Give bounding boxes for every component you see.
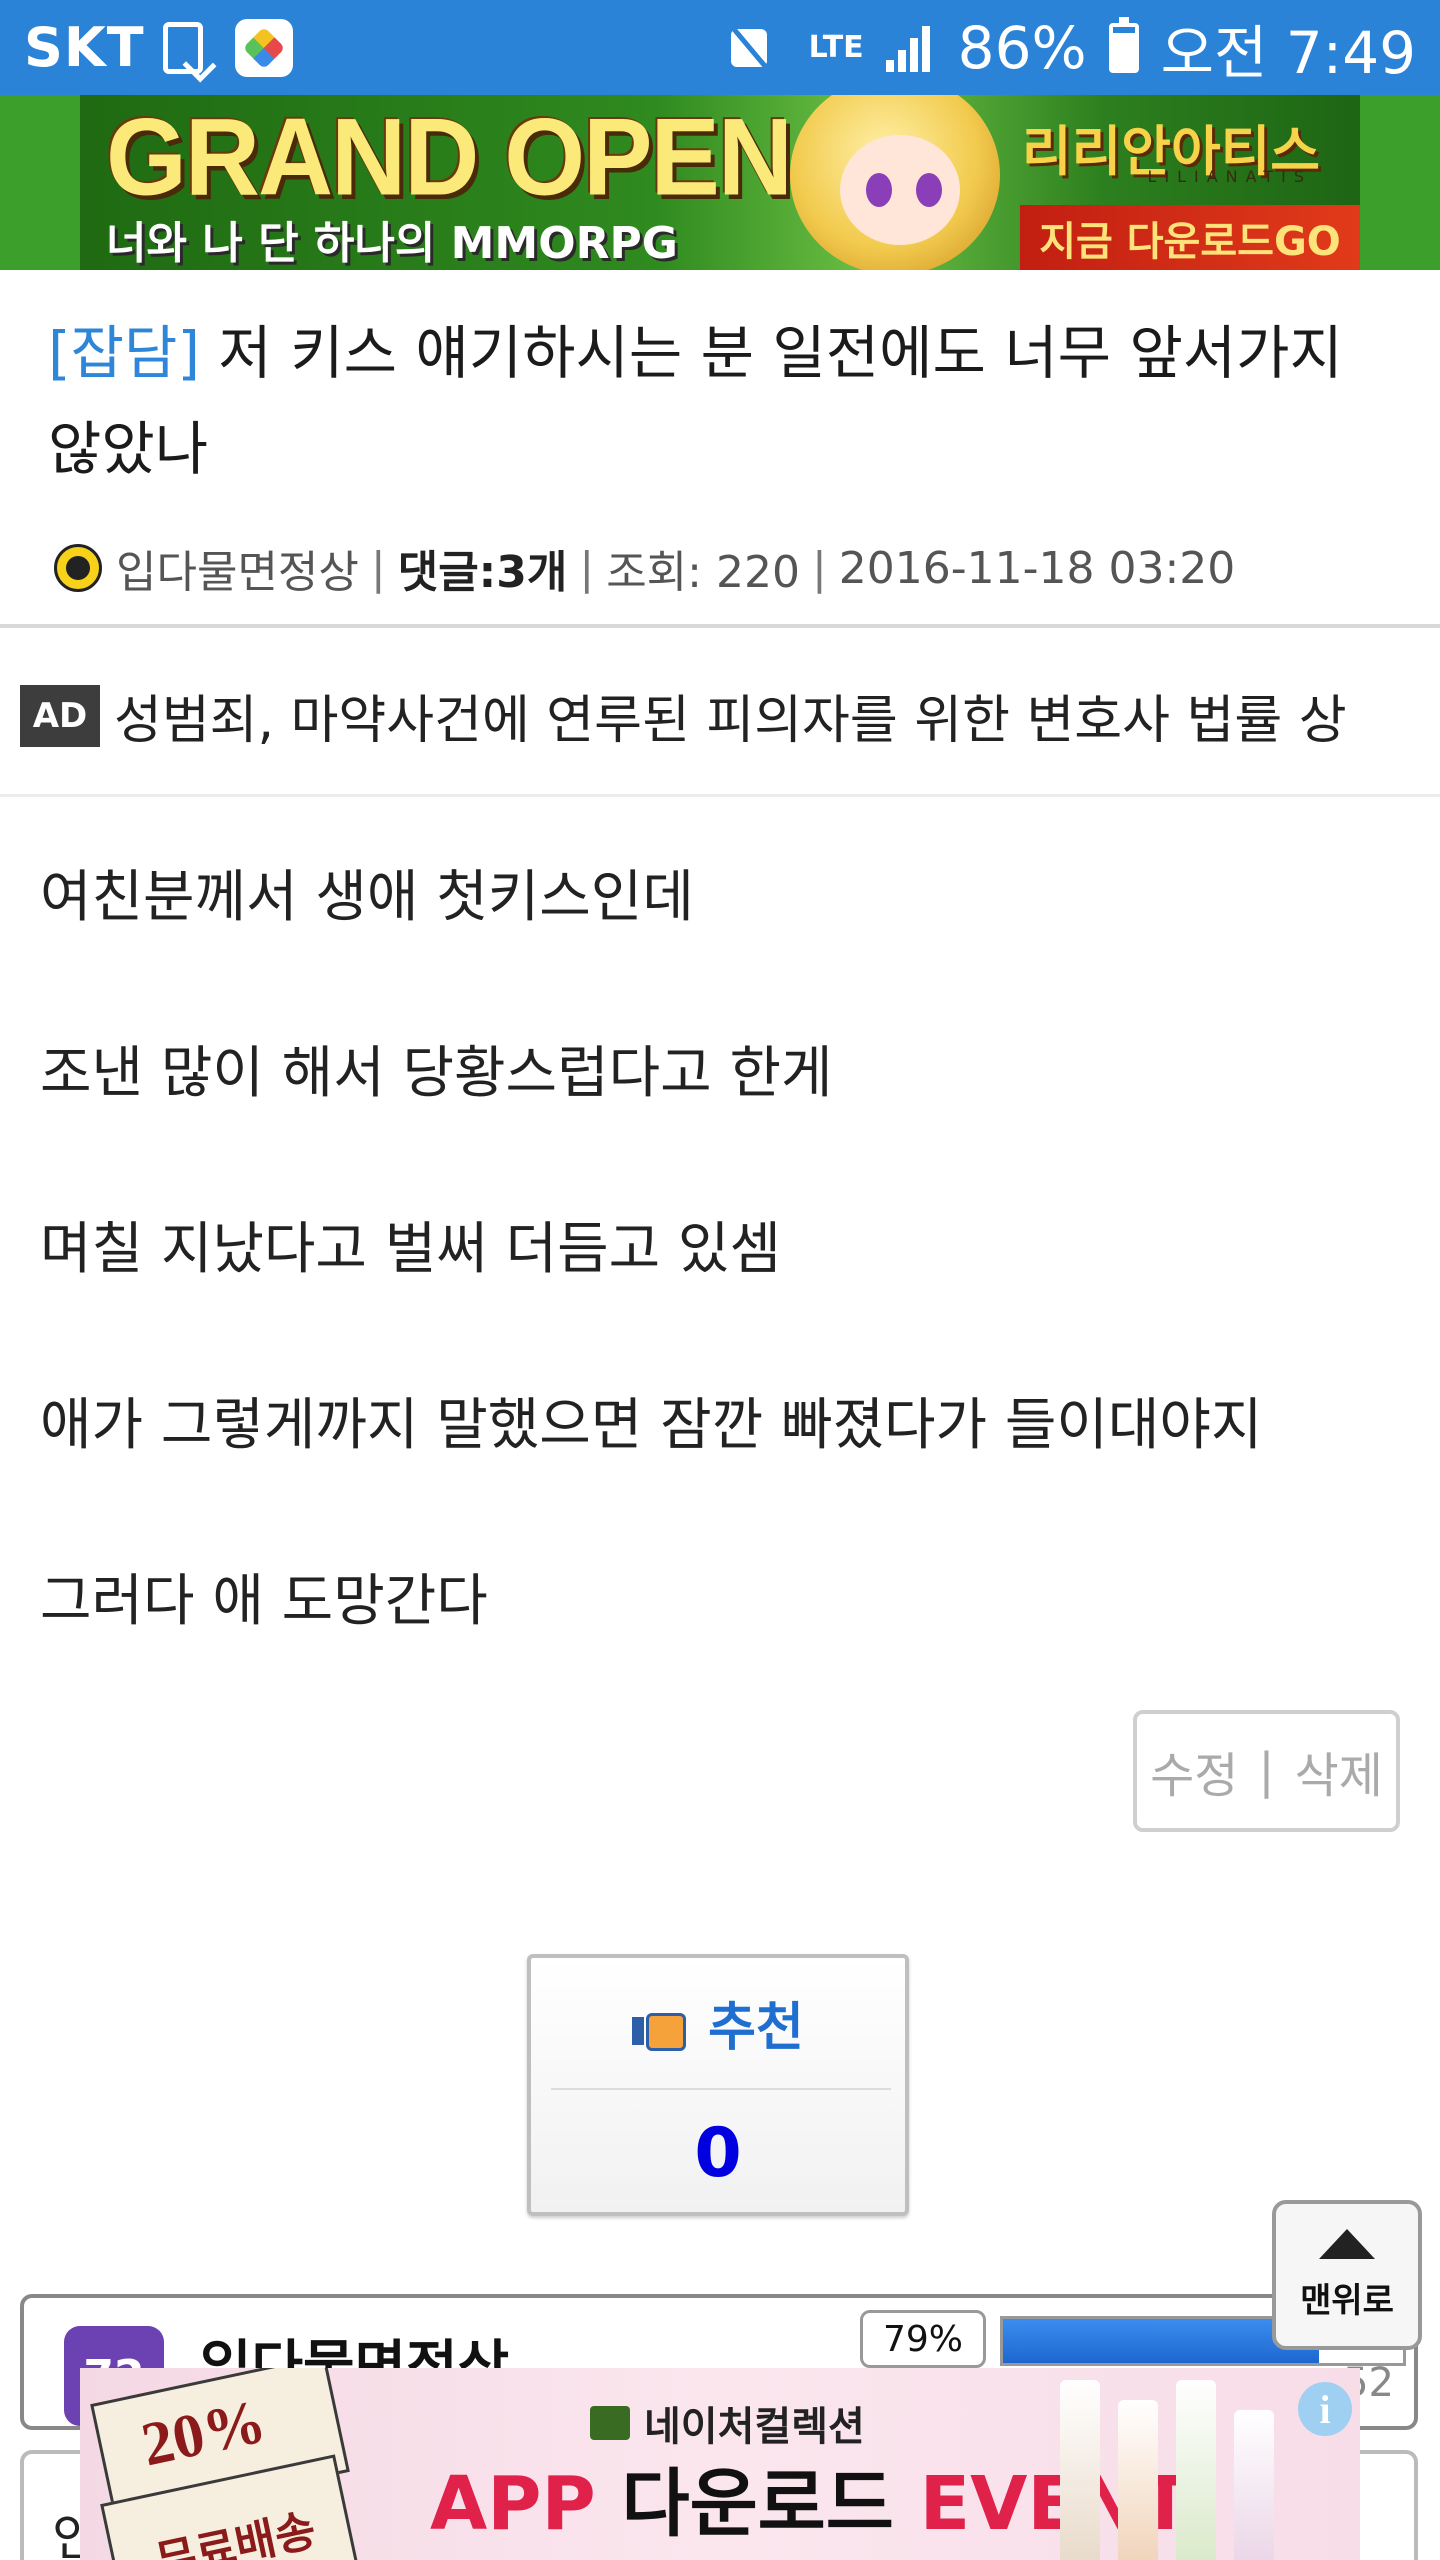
event-text-download: 다운로드 (621, 2461, 920, 2547)
recommend-button[interactable]: 추천 0 (527, 1954, 909, 2216)
author-name[interactable]: 입다물면정상 (116, 536, 359, 600)
coupon-discount: 20% (135, 2387, 272, 2480)
signal-icon (885, 24, 936, 72)
recommend-divider (551, 2088, 891, 2090)
divider (0, 794, 1440, 797)
post-body-line: 애가 그렇게까지 말했으면 잠깐 빠졌다가 들이대야지 (40, 1393, 1263, 1458)
post-category[interactable]: [잡담] (48, 319, 200, 387)
post-body-line: 그러다 애 도망간다 (40, 1569, 488, 1634)
post-body-line: 조낸 많이 해서 당황스럽다고 한게 (40, 1041, 833, 1106)
meta-separator: | (370, 542, 386, 594)
delete-button[interactable]: 삭제 (1285, 1736, 1393, 1806)
recommend-count: 0 (694, 2113, 742, 2193)
post-body-line: 여친분께서 생애 첫키스인데 (40, 865, 694, 930)
carrier-label: SKT (24, 16, 145, 79)
post-datetime: 2016-11-18 03:20 (838, 542, 1236, 594)
event-text-app: APP (430, 2461, 622, 2547)
scroll-top-button[interactable]: 맨위로 (1272, 2200, 1422, 2350)
arrow-up-icon (1319, 2228, 1375, 2259)
status-right: LTE 86% 오전 7:49 (717, 6, 1416, 90)
text-ad[interactable]: AD 성범죄, 마약사건에 연루된 피의자를 위한 변호사 법률 상 (20, 678, 1347, 753)
mute-icon (717, 23, 787, 73)
top-ad-banner[interactable]: GRAND OPEN 너와 나 단 하나의 MMORPG 리리안아티스 LILI… (0, 95, 1440, 270)
coupon-free-shipping: 무료배송 (151, 2504, 321, 2560)
post-meta: 입다물면정상 | 댓글:3개 | 조회: 220 | 2016-11-18 03… (54, 536, 1235, 600)
post-title: [잡담] 저 키스 얘기하시는 분 일전에도 너무 앞서가지 않았나 (48, 305, 1408, 497)
battery-percent: 86% (957, 13, 1087, 82)
bottom-ad-banner[interactable]: 20% 무료배송 네이처컬렉션 APP 다운로드 EVENT i (80, 2368, 1360, 2560)
banner-character-illustration (770, 95, 1020, 270)
meta-separator: | (811, 542, 827, 594)
battery-icon (1108, 16, 1139, 73)
banner-headline: GRAND OPEN (106, 97, 793, 219)
top-ad-banner-image[interactable]: GRAND OPEN 너와 나 단 하나의 MMORPG 리리안아티스 LILI… (80, 95, 1360, 270)
text-ad-label[interactable]: 성범죄, 마약사건에 연루된 피의자를 위한 변호사 법률 상 (114, 678, 1347, 753)
scroll-top-label: 맨위로 (1300, 2280, 1394, 2321)
post-body-line: 며칠 지났다고 벌써 더듬고 있셈 (40, 1217, 781, 1282)
meta-separator: | (579, 542, 595, 594)
clock: 오전 7:49 (1160, 18, 1416, 87)
app-notification-icon (234, 18, 293, 77)
edit-separator: | (1258, 1743, 1275, 1799)
post-title-text: 저 키스 얘기하시는 분 일전에도 너무 앞서가지 않았나 (48, 319, 1343, 483)
recommend-header: 추천 (531, 1958, 905, 2086)
divider (0, 624, 1440, 628)
lte-icon: LTE (808, 29, 864, 65)
exp-percent-bubble: 79% (860, 2310, 986, 2368)
banner-download-cta[interactable]: 지금 다운로드GO (1020, 205, 1360, 270)
phone-notification-icon (162, 21, 203, 74)
view-count: 조회: 220 (606, 547, 800, 598)
brand-logo-icon (590, 2406, 630, 2440)
product-tubes-image (1060, 2368, 1320, 2560)
banner-game-logo-sub: LILIANATIS (1147, 167, 1312, 186)
author-badge-icon (54, 544, 102, 592)
status-bar: SKT LTE 86% 오전 7:49 (0, 0, 1440, 95)
edit-button[interactable]: 수정 (1140, 1736, 1248, 1806)
edit-delete-box: 수정 | 삭제 (1133, 1710, 1400, 1832)
comment-count[interactable]: 댓글:3개 (398, 536, 568, 600)
ad-tag: AD (20, 684, 100, 747)
thumbs-up-icon (632, 1997, 687, 2051)
banner-subline: 너와 나 단 하나의 MMORPG (106, 218, 678, 269)
ad-info-icon[interactable]: i (1298, 2382, 1352, 2436)
recommend-label: 추천 (708, 1997, 804, 2058)
